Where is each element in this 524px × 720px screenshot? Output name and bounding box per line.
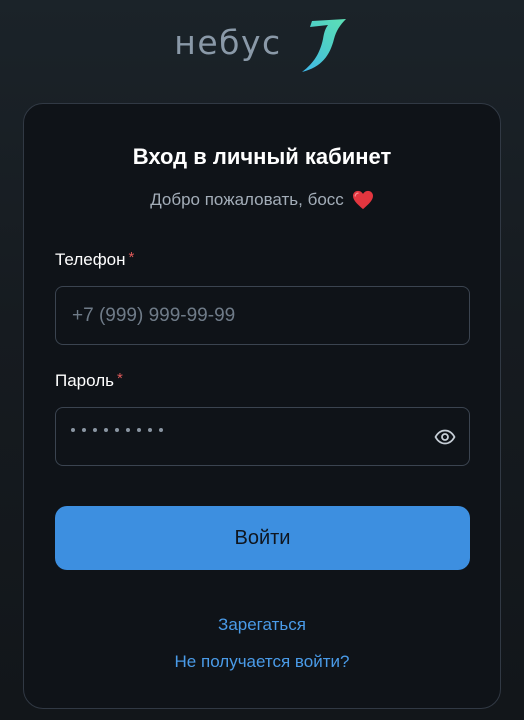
password-mask-dot xyxy=(71,428,75,432)
login-subtitle: Добро пожаловать, босс xyxy=(24,190,500,210)
phone-label: Телефон * xyxy=(55,249,135,270)
password-mask-dot xyxy=(148,428,152,432)
password-mask xyxy=(71,428,163,432)
password-mask-dot xyxy=(159,428,163,432)
register-link[interactable]: Зарегаться xyxy=(24,615,500,635)
brand-header: небус xyxy=(0,14,524,74)
subtitle-text: Добро пожаловать, босс xyxy=(150,190,344,209)
show-password-toggle[interactable] xyxy=(433,426,457,448)
password-mask-dot xyxy=(82,428,86,432)
brand-name: небус xyxy=(174,22,282,62)
password-mask-dot xyxy=(104,428,108,432)
login-card: Вход в личный кабинет Добро пожаловать, … xyxy=(23,103,501,709)
phone-label-text: Телефон xyxy=(55,250,126,269)
password-label-text: Пароль xyxy=(55,371,114,390)
phone-input[interactable] xyxy=(55,286,470,345)
heart-icon xyxy=(352,190,373,210)
cant-login-link[interactable]: Не получается войти? xyxy=(24,652,500,672)
phone-required-mark: * xyxy=(128,249,135,266)
password-mask-dot xyxy=(115,428,119,432)
password-mask-dot xyxy=(126,428,130,432)
password-required-mark: * xyxy=(117,370,123,387)
password-mask-dot xyxy=(93,428,97,432)
brand-logo-icon xyxy=(301,19,346,72)
login-button[interactable]: Войти xyxy=(55,506,470,570)
password-input[interactable] xyxy=(55,407,470,466)
password-label: Пароль * xyxy=(55,370,123,391)
login-title: Вход в личный кабинет xyxy=(132,144,392,169)
password-mask-dot xyxy=(137,428,141,432)
eye-icon xyxy=(434,429,456,445)
